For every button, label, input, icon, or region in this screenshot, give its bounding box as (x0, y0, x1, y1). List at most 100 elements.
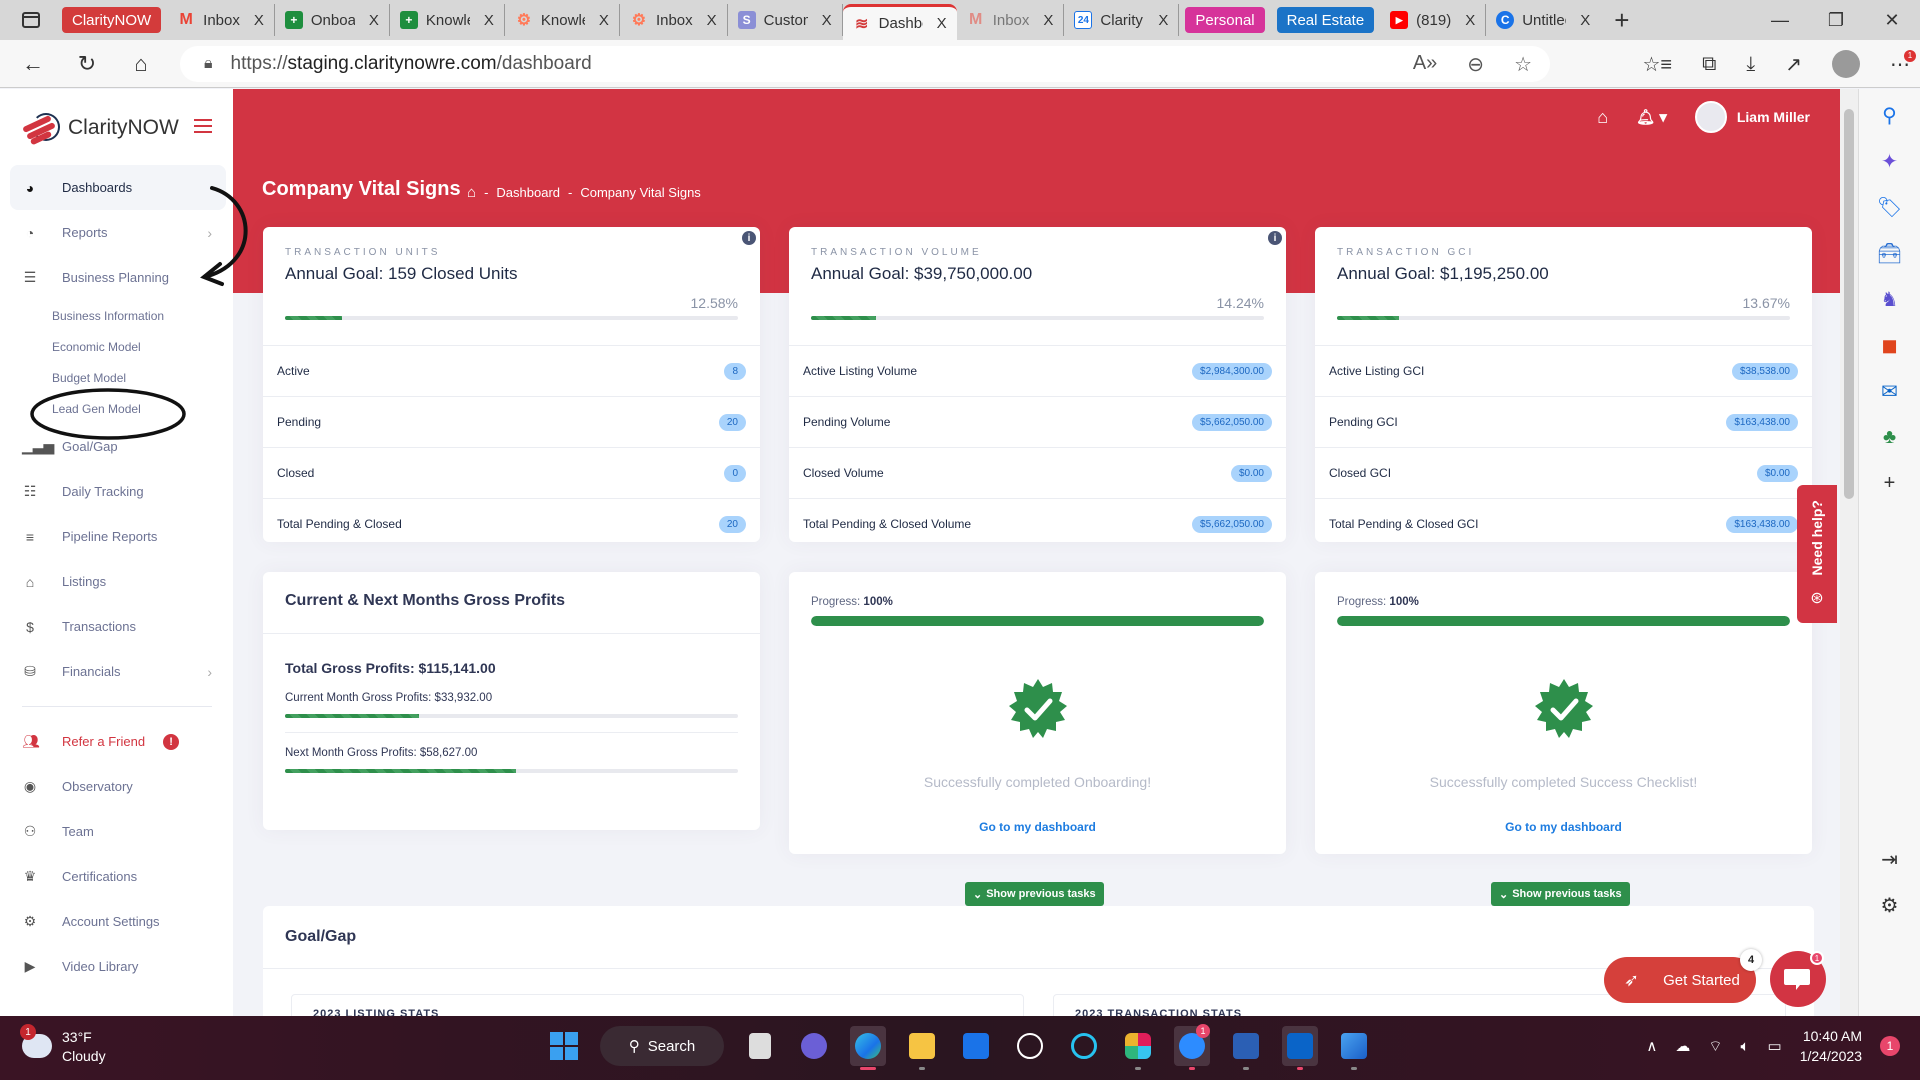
restore-icon[interactable]: ❐ (1808, 10, 1864, 31)
share-icon[interactable]: ↗ (1785, 52, 1802, 77)
tree-icon[interactable]: ♣ (1878, 425, 1902, 449)
favorites-icon[interactable]: ☆≡ (1643, 52, 1673, 77)
hide-sidebar-icon[interactable]: ⇥ (1878, 847, 1902, 871)
search-icon[interactable]: ⚲ (1878, 103, 1902, 127)
sidebar-item-account-settings[interactable]: ⚙ Account Settings (10, 899, 226, 944)
weather-widget[interactable]: 1 33°F Cloudy (20, 1024, 106, 1066)
tab-group-claritynow[interactable]: ClarityNOW (62, 7, 162, 33)
scrollbar-thumb[interactable] (1844, 109, 1854, 499)
tab-inbox-gmail-2[interactable]: M Inbox X (957, 4, 1065, 36)
user-menu[interactable]: Liam Miller (1694, 101, 1810, 133)
more-menu-icon[interactable]: ⋯ 1 (1890, 49, 1916, 77)
office-icon[interactable]: ◼ (1878, 333, 1902, 357)
sidebar-toggle-icon[interactable] (194, 119, 212, 133)
add-favorite-icon[interactable]: ☆ (1514, 52, 1532, 77)
shopping-tag-icon[interactable]: 🏷︎ (1877, 195, 1902, 219)
clock[interactable]: 10:40 AM 1/24/2023 (1800, 1026, 1862, 1066)
sidebar-item-observatory[interactable]: ◉ Observatory (10, 764, 226, 809)
tab-customers[interactable]: SCustomersX (728, 4, 843, 36)
sidebar-item-video-library[interactable]: ▶ Video Library (10, 944, 226, 989)
show-previous-tasks-button[interactable]: ⌄ Show previous tasks (965, 882, 1104, 906)
close-tab-icon[interactable]: X (1043, 12, 1053, 29)
sidebar-item-transactions[interactable]: $ Transactions (10, 604, 226, 649)
zoom-out-icon[interactable]: ⊖ (1467, 52, 1484, 77)
close-window-icon[interactable]: ✕ (1864, 10, 1920, 31)
home-icon[interactable]: ⌂ (1597, 107, 1608, 128)
volume-icon[interactable]: 🔈︎ (1741, 1038, 1750, 1055)
tab-group-personal[interactable]: Personal (1185, 7, 1265, 33)
read-aloud-icon[interactable]: A» (1413, 52, 1437, 77)
sidebar-subitem-business-information[interactable]: Business Information (10, 300, 226, 331)
chat-launcher-button[interactable]: 1 (1770, 951, 1826, 1007)
teams-chat-icon[interactable] (796, 1026, 832, 1066)
close-tab-icon[interactable]: X (369, 12, 379, 29)
tab-dashboard-active[interactable]: ≋DashboardX (842, 4, 957, 40)
url-input[interactable]: 🔒︎ https://staging.claritynowre.com/dash… (180, 46, 1550, 82)
copilot-icon[interactable]: ✦ (1878, 149, 1902, 173)
alexa-icon[interactable] (1066, 1026, 1102, 1066)
sidebar-item-dashboards[interactable]: ◕ Dashboards (10, 165, 226, 210)
tab-inbox-gmail[interactable]: M Inbox X (167, 4, 275, 36)
sidebar-item-certifications[interactable]: ♛ Certifications (10, 854, 226, 899)
sidebar-item-refer-a-friend[interactable]: 👥︎ Refer a Friend! (10, 719, 226, 764)
settings-gear-icon[interactable]: ⚙ (1878, 893, 1902, 917)
close-tab-icon[interactable]: X (599, 12, 609, 29)
outlook-app-icon[interactable] (1282, 1026, 1318, 1070)
sidebar-item-listings[interactable]: ⌂ Listings (10, 559, 226, 604)
word-icon[interactable] (1228, 1026, 1264, 1070)
new-tab-button[interactable]: + (1614, 5, 1629, 36)
need-help-tab[interactable]: Need help? ⊛ (1797, 485, 1837, 623)
add-icon[interactable]: + (1878, 471, 1902, 495)
show-previous-tasks-button[interactable]: ⌄ Show previous tasks (1491, 882, 1630, 906)
tab-youtube[interactable]: ▶ (819) X (1380, 4, 1487, 36)
sidebar-item-pipeline-reports[interactable]: ≡ Pipeline Reports (10, 514, 226, 559)
games-icon[interactable]: ♞ (1878, 287, 1902, 311)
sidebar-subitem-budget-model[interactable]: Budget Model (10, 362, 226, 393)
close-tab-icon[interactable]: X (822, 12, 832, 29)
outlook-icon[interactable]: ✉ (1878, 379, 1902, 403)
wifi-icon[interactable]: ⌔ (1708, 1037, 1722, 1056)
close-tab-icon[interactable]: X (1580, 12, 1590, 29)
onedrive-icon[interactable]: ☁ (1675, 1037, 1690, 1055)
sidebar-item-financials[interactable]: ⛁ Financials › (10, 649, 226, 694)
close-tab-icon[interactable]: X (254, 12, 264, 29)
tab-knowledge-sheet[interactable]: +KnowledgeX (390, 4, 505, 36)
tab-group-real-estate[interactable]: Real Estate (1276, 7, 1375, 33)
notification-badge[interactable]: 1 (1880, 1036, 1900, 1056)
tab-actions-icon[interactable] (22, 12, 40, 28)
sidebar-subitem-lead-gen-model[interactable]: Lead Gen Model (10, 393, 226, 424)
collections-icon[interactable]: ⧉ (1702, 53, 1716, 76)
battery-icon[interactable]: ▭ (1768, 1037, 1782, 1055)
sidebar-item-goal-gap[interactable]: ▁▃▅ Goal/Gap (10, 424, 226, 469)
go-to-dashboard-link[interactable]: Go to my dashboard (1315, 820, 1812, 834)
lock-icon[interactable]: 🔒︎ (204, 55, 213, 73)
sidebar-subitem-economic-model[interactable]: Economic Model (10, 331, 226, 362)
tab-untitled[interactable]: CUntitledX (1486, 4, 1600, 36)
mail-icon[interactable] (958, 1026, 994, 1066)
refresh-icon[interactable]: ↻ (60, 51, 114, 77)
page-scrollbar[interactable] (1840, 89, 1858, 1016)
slack-icon[interactable] (1120, 1026, 1156, 1070)
brand-logo[interactable]: ClarityNOW (22, 111, 179, 146)
breadcrumb-home-icon[interactable]: ⌂ (467, 184, 476, 201)
go-to-dashboard-link[interactable]: Go to my dashboard (789, 820, 1286, 834)
close-tab-icon[interactable]: X (707, 12, 717, 29)
minimize-icon[interactable]: — (1752, 10, 1808, 31)
close-tab-icon[interactable]: X (1158, 12, 1168, 29)
close-tab-icon[interactable]: X (484, 12, 494, 29)
edge-app-icon[interactable] (850, 1026, 886, 1070)
tab-knowledge-hubspot[interactable]: ⚙KnowledgeX (505, 4, 620, 36)
sidebar-item-daily-tracking[interactable]: ☷ Daily Tracking (10, 469, 226, 514)
tab-inbox-hubspot[interactable]: ⚙ Inbox X (620, 4, 728, 36)
show-hidden-icons[interactable]: ∧ (1646, 1037, 1657, 1055)
notifications-bell-icon[interactable]: 🔔︎ ▾ (1636, 108, 1667, 126)
downloads-icon[interactable]: ⤓ (1746, 53, 1755, 76)
get-started-button[interactable]: ➶ Get Started 4 (1604, 949, 1762, 1003)
file-explorer-icon[interactable] (904, 1026, 940, 1070)
dell-icon[interactable] (1012, 1026, 1048, 1066)
back-icon[interactable]: ← (6, 51, 60, 77)
sidebar-item-team[interactable]: ⚇ Team (10, 809, 226, 854)
tools-icon[interactable]: 🧰︎ (1877, 241, 1902, 265)
photos-app-icon[interactable] (1336, 1026, 1372, 1070)
sidebar-item-business-planning[interactable]: ☰ Business Planning (10, 255, 226, 300)
